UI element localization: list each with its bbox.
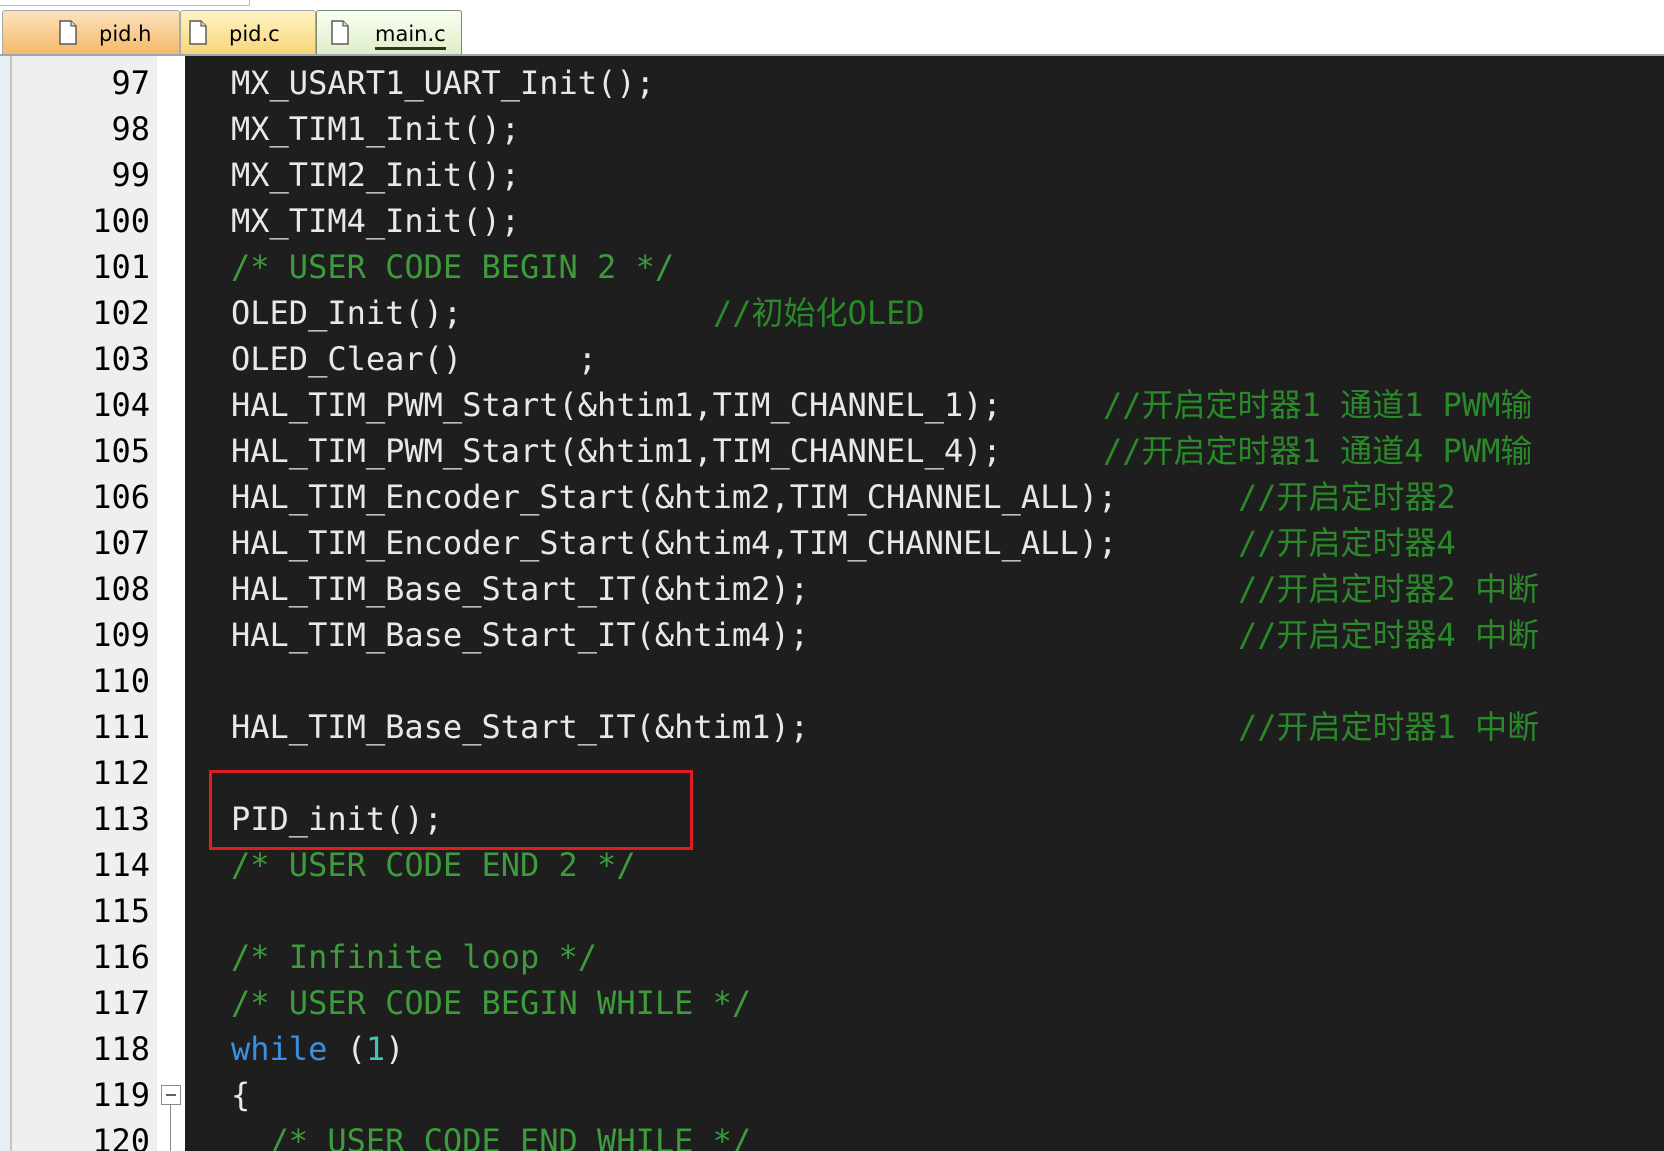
line-number: 97	[111, 64, 150, 102]
code-line: {	[231, 1076, 251, 1114]
line-number: 113	[92, 800, 150, 838]
line-number: 118	[92, 1030, 150, 1068]
line-number: 103	[92, 340, 150, 378]
code-line: MX_TIM1_Init();	[231, 110, 520, 148]
line-number: 117	[92, 984, 150, 1022]
line-number: 109	[92, 616, 150, 654]
tab-pid-c[interactable]: pid.c	[180, 10, 316, 54]
line-number: 101	[92, 248, 150, 286]
annotation-highlight-box	[209, 770, 693, 850]
file-tab-bar: pid.h pid.c main.c	[0, 6, 1664, 56]
code-comment-line: /* USER CODE BEGIN WHILE */	[231, 984, 752, 1022]
line-number: 104	[92, 386, 150, 424]
line-number: 116	[92, 938, 150, 976]
code-line: HAL_TIM_PWM_Start(&htim1,TIM_CHANNEL_1);	[231, 386, 1002, 424]
line-number: 107	[92, 524, 150, 562]
document-icon	[189, 20, 207, 45]
code-line: HAL_TIM_Base_Start_IT(&htim1);	[231, 708, 809, 746]
code-comment-line: /* USER CODE BEGIN 2 */	[231, 248, 675, 286]
fold-guide-line	[170, 1105, 171, 1151]
fold-collapse-icon[interactable]	[161, 1085, 181, 1105]
line-number: 115	[92, 892, 150, 930]
inline-comment: //开启定时器4	[1238, 524, 1456, 562]
tab-label: main.c	[375, 22, 446, 50]
line-number: 102	[92, 294, 150, 332]
inline-comment: //开启定时器2 中断	[1238, 570, 1540, 608]
code-line: HAL_TIM_Encoder_Start(&htim4,TIM_CHANNEL…	[231, 524, 1118, 562]
ide-window: pid.h pid.c main.c 97 98 99 100 101 102 …	[0, 0, 1664, 1151]
inline-comment: //开启定时器2	[1238, 478, 1456, 516]
inline-comment: //开启定时器4 中断	[1238, 616, 1540, 654]
code-line: HAL_TIM_Encoder_Start(&htim2,TIM_CHANNEL…	[231, 478, 1118, 516]
line-number: 110	[92, 662, 150, 700]
line-number: 106	[92, 478, 150, 516]
line-number: 99	[111, 156, 150, 194]
code-punct: )	[385, 1030, 405, 1068]
line-number: 111	[92, 708, 150, 746]
line-number: 108	[92, 570, 150, 608]
code-comment-line: /* USER CODE END WHILE */	[231, 1122, 752, 1151]
code-line: MX_USART1_UART_Init();	[231, 64, 655, 102]
code-line: HAL_TIM_PWM_Start(&htim1,TIM_CHANNEL_4);	[231, 432, 1002, 470]
line-number: 100	[92, 202, 150, 240]
line-number: 98	[111, 110, 150, 148]
tab-label: pid.h	[99, 22, 152, 46]
code-comment-line: /* Infinite loop */	[231, 938, 598, 976]
code-line: OLED_Clear() ;	[231, 340, 598, 378]
line-number: 112	[92, 754, 150, 792]
document-icon	[59, 20, 77, 45]
inline-comment: //开启定时器1 通道1 PWM输	[1103, 386, 1533, 424]
code-line: HAL_TIM_Base_Start_IT(&htim4);	[231, 616, 809, 654]
code-line-while: while (1)	[231, 1026, 404, 1072]
inline-comment: //开启定时器1 中断	[1238, 708, 1540, 746]
inline-comment: //初始化OLED	[713, 294, 925, 332]
code-line: MX_TIM4_Init();	[231, 202, 520, 240]
code-line: MX_TIM2_Init();	[231, 156, 520, 194]
code-punct: (	[327, 1030, 366, 1068]
tab-label: pid.c	[229, 22, 280, 46]
line-number: 119	[92, 1076, 150, 1114]
number-literal: 1	[365, 1030, 386, 1068]
line-number: 105	[92, 432, 150, 470]
code-line: OLED_Init();	[231, 294, 463, 332]
inline-comment: //开启定时器1 通道4 PWM输	[1103, 432, 1533, 470]
keyword-while: while	[231, 1030, 328, 1068]
line-number: 114	[92, 846, 150, 884]
fold-column	[157, 56, 185, 1151]
tab-pid-h[interactable]: pid.h	[2, 10, 180, 54]
tab-main-c[interactable]: main.c	[316, 10, 462, 54]
code-line: HAL_TIM_Base_Start_IT(&htim2);	[231, 570, 809, 608]
document-icon	[331, 20, 349, 45]
line-number: 120	[92, 1122, 150, 1151]
